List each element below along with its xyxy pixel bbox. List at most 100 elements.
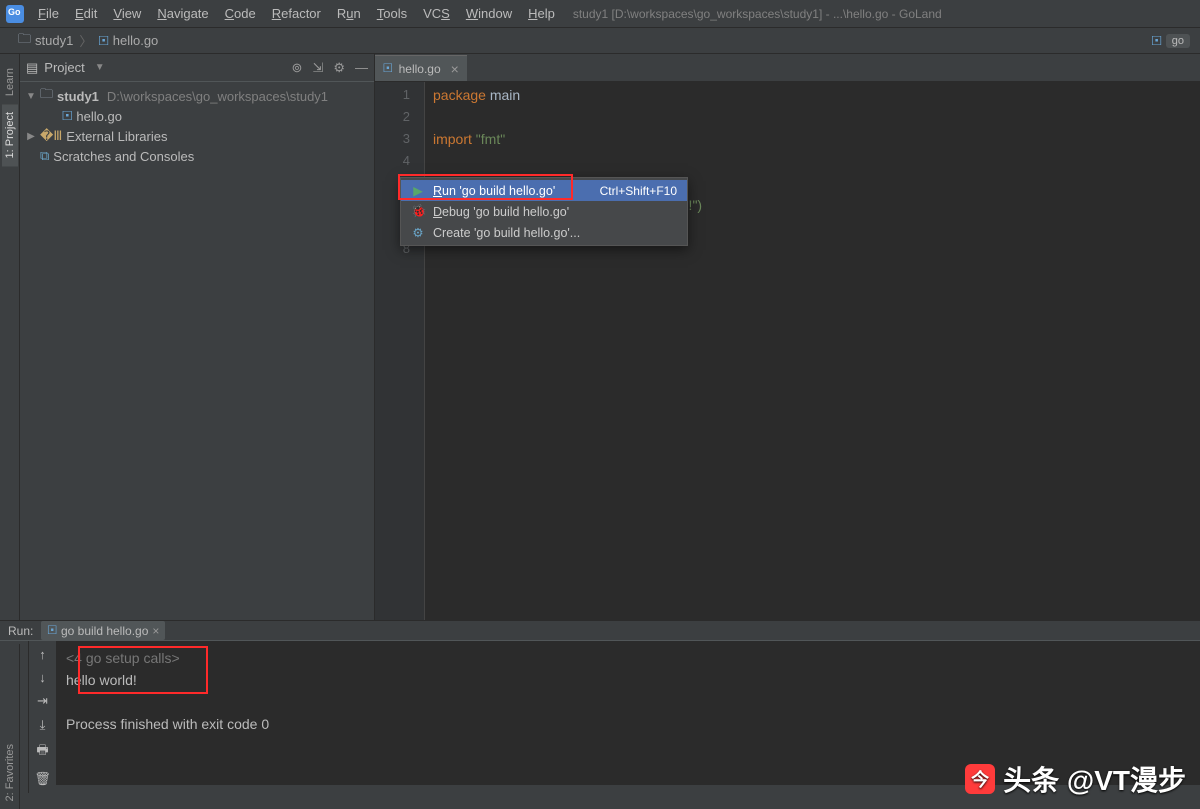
run-label: Run: <box>8 624 33 638</box>
editor-tab-label: hello.go <box>399 62 441 76</box>
menu-run[interactable]: Run <box>329 0 369 28</box>
watermark-icon: 今 <box>965 764 995 794</box>
ctx-create-label: Create 'go build hello.go'... <box>433 226 580 240</box>
up-icon[interactable]: ↑ <box>39 647 46 662</box>
breadcrumb-project[interactable]: 🗀 study1 <box>18 30 73 52</box>
run-tab[interactable]: 🞔 go build hello.go × <box>41 621 165 640</box>
line-number: 4 <box>375 150 410 172</box>
editor-tabs: 🞔 hello.go × <box>375 54 1200 82</box>
project-view-icon: ▤ <box>26 60 38 76</box>
kw-import: import <box>433 131 472 147</box>
tree-file[interactable]: 🞔 hello.go <box>20 106 374 126</box>
console-exit: Process finished with exit code 0 <box>66 713 1190 735</box>
left-tab-project[interactable]: 1: Project <box>2 104 18 166</box>
editor-gutter: 1 2 3 4 5 6 7 8 <box>375 82 425 620</box>
down-icon[interactable]: ↓ <box>39 670 46 685</box>
window-title-path: study1 [D:\workspaces\go_workspaces\stud… <box>573 7 942 21</box>
run-icon: ▶ <box>411 183 425 198</box>
scroll-to-end-icon[interactable]: ⤓ <box>40 717 46 733</box>
menu-vcs[interactable]: VCS <box>415 0 458 28</box>
folder-icon: 🗀 <box>18 30 31 52</box>
menu-code[interactable]: Code <box>217 0 264 28</box>
tree-extlib-label: External Libraries <box>66 129 167 144</box>
project-tw-header: ▤ Project ▼ ⊚ ⇲ ⚙ — <box>20 54 374 82</box>
breadcrumb-file-label: hello.go <box>113 33 159 48</box>
context-menu: ▶ Run 'go build hello.go' Ctrl+Shift+F10… <box>400 177 688 246</box>
go-badge-icon: 🞔 <box>1151 33 1161 49</box>
run-tw-header: Run: 🞔 go build hello.go × <box>0 621 1200 641</box>
kw-package: package <box>433 87 486 103</box>
tree-scratches-label: Scratches and Consoles <box>53 149 194 164</box>
hide-icon[interactable]: — <box>355 60 368 76</box>
str-fmt: "fmt" <box>476 131 505 147</box>
main-area: Learn 1: Project ▤ Project ▼ ⊚ ⇲ ⚙ — ▼ 🗀… <box>0 54 1200 620</box>
editor-tab-hello[interactable]: 🞔 hello.go × <box>375 55 467 81</box>
chevron-down-icon: ▼ <box>95 62 105 73</box>
menu-window[interactable]: Window <box>458 0 520 28</box>
tree-scratches[interactable]: ⧉ Scratches and Consoles <box>20 146 374 166</box>
editor-area: 🞔 hello.go × 1 2 3 4 5 6 7 8 package mai… <box>375 54 1200 620</box>
go-file-icon: 🞔 <box>98 33 108 49</box>
ctx-run[interactable]: ▶ Run 'go build hello.go' Ctrl+Shift+F10 <box>401 180 687 201</box>
debug-icon: 🐞 <box>411 204 425 219</box>
breadcrumb-separator: 〉 <box>79 31 92 50</box>
breadcrumb-file[interactable]: 🞔 hello.go <box>98 33 158 49</box>
library-icon: �Ⅲ <box>40 128 62 144</box>
line-number: 1 <box>375 84 410 106</box>
close-icon[interactable]: × <box>152 624 159 638</box>
navigation-bar: 🗀 study1 〉 🞔 hello.go 🞔 go <box>0 28 1200 54</box>
project-tw-title-label: Project <box>44 60 84 75</box>
go-file-icon: 🞔 <box>62 108 72 124</box>
ident-main: main <box>490 87 520 103</box>
code-area[interactable]: package main import "fmt" func main() { … <box>425 82 1200 620</box>
project-tree: ▼ 🗀 study1 D:\workspaces\go_workspaces\s… <box>20 82 374 620</box>
console-output: hello world! <box>66 669 1190 691</box>
left-tool-strip: Learn 1: Project <box>0 54 20 620</box>
menu-view[interactable]: View <box>105 0 149 28</box>
left-tab-learn[interactable]: Learn <box>2 60 18 104</box>
go-file-icon: 🞔 <box>47 623 57 638</box>
app-icon <box>6 5 24 23</box>
line-number: 2 <box>375 106 410 128</box>
menu-edit[interactable]: Edit <box>67 0 105 28</box>
tree-file-label: hello.go <box>76 109 122 124</box>
go-badge[interactable]: go <box>1166 34 1190 48</box>
ctx-create[interactable]: ⚙ Create 'go build hello.go'... <box>401 222 687 243</box>
project-tw-title[interactable]: ▤ Project ▼ <box>26 60 105 76</box>
watermark: 今 头条 @VT漫步 <box>965 759 1186 799</box>
tree-arrow-icon[interactable]: ▶ <box>26 131 36 142</box>
breadcrumb-project-label: study1 <box>35 33 73 48</box>
print-icon[interactable]: 🖶 <box>36 741 48 763</box>
ctx-run-shortcut: Ctrl+Shift+F10 <box>600 184 677 198</box>
menu-refactor[interactable]: Refactor <box>264 0 329 28</box>
create-config-icon: ⚙ <box>411 225 425 240</box>
menu-file[interactable]: File <box>30 0 67 28</box>
locate-icon[interactable]: ⊚ <box>292 60 303 76</box>
menu-tools[interactable]: Tools <box>369 0 415 28</box>
folder-icon: 🗀 <box>40 85 53 107</box>
run-toolbar-console: ↑ ↓ ⇥ ⤓ 🖶 🗑 <box>28 641 56 793</box>
left-tab-favorites[interactable]: 2: Favorites <box>2 736 18 809</box>
editor-body[interactable]: 1 2 3 4 5 6 7 8 package main import "fmt… <box>375 82 1200 620</box>
scratches-icon: ⧉ <box>40 148 49 164</box>
watermark-text: 头条 @VT漫步 <box>1003 759 1186 799</box>
tree-external-libraries[interactable]: ▶ �Ⅲ External Libraries <box>20 126 374 146</box>
menu-bar: File Edit View Navigate Code Refactor Ru… <box>0 0 1200 28</box>
run-tab-label: go build hello.go <box>61 624 148 638</box>
tree-root-label: study1 <box>57 89 99 104</box>
expand-all-icon[interactable]: ⇲ <box>312 60 323 76</box>
project-tool-window: ▤ Project ▼ ⊚ ⇲ ⚙ — ▼ 🗀 study1 D:\worksp… <box>20 54 375 620</box>
close-icon[interactable]: × <box>451 61 459 77</box>
bottom-left-tool-strip: 2: Favorites <box>0 644 20 809</box>
console-setup: <4 go setup calls> <box>66 647 1190 669</box>
ctx-debug[interactable]: 🐞 Debug 'go build hello.go' <box>401 201 687 222</box>
tree-arrow-icon[interactable]: ▼ <box>26 91 36 102</box>
menu-help[interactable]: Help <box>520 0 563 28</box>
soft-wrap-icon[interactable]: ⇥ <box>37 693 48 709</box>
tree-root[interactable]: ▼ 🗀 study1 D:\workspaces\go_workspaces\s… <box>20 86 374 106</box>
menu-navigate[interactable]: Navigate <box>149 0 216 28</box>
clear-icon[interactable]: 🗑 <box>34 771 51 787</box>
tree-root-path: D:\workspaces\go_workspaces\study1 <box>107 89 328 104</box>
go-file-icon: 🞔 <box>383 61 393 76</box>
gear-icon[interactable]: ⚙ <box>333 60 345 76</box>
